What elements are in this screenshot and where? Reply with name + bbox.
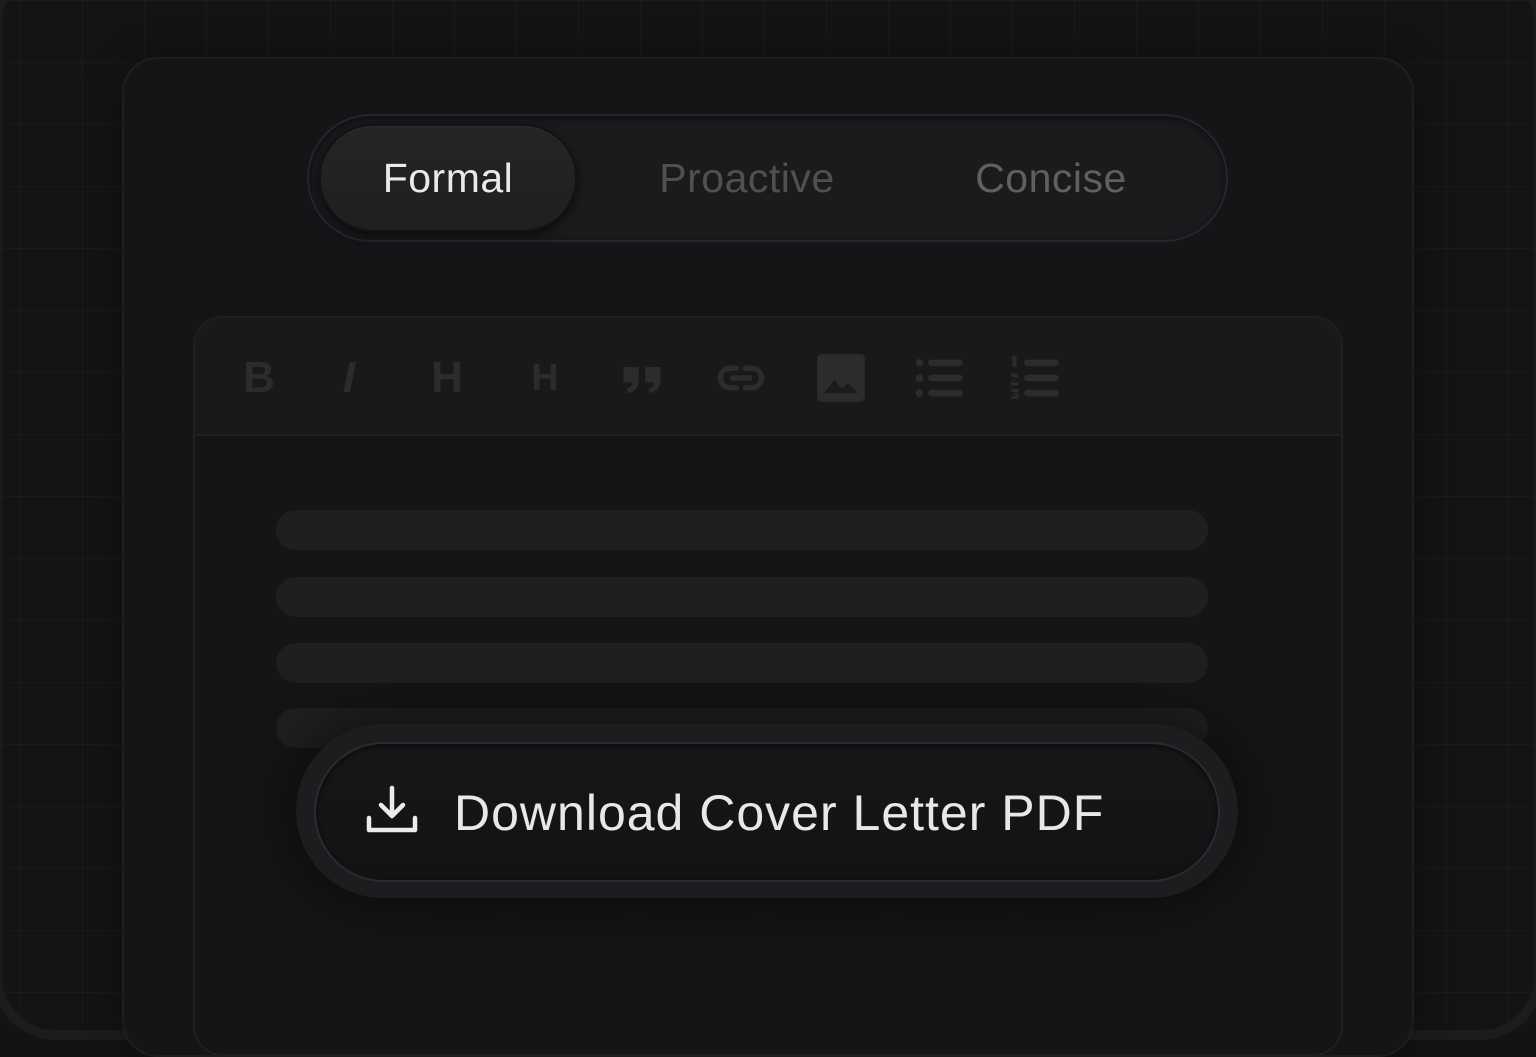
bullet-list-button[interactable] xyxy=(911,350,967,406)
numbered-list-icon xyxy=(1011,356,1059,399)
bold-button[interactable]: B xyxy=(231,350,287,406)
download-pdf-button[interactable]: Download Cover Letter PDF xyxy=(314,742,1220,882)
text-placeholder-line xyxy=(276,510,1208,550)
tab-proactive[interactable]: Proactive xyxy=(609,124,885,232)
heading-2-icon: H xyxy=(531,356,559,399)
image-icon xyxy=(817,354,865,402)
app-background: Formal Proactive Concise B I H H Downloa… xyxy=(0,0,1536,1057)
download-icon xyxy=(366,785,418,833)
link-button[interactable] xyxy=(713,350,769,406)
heading-1-icon: H xyxy=(431,353,463,402)
italic-icon: I xyxy=(342,353,356,402)
heading-1-button[interactable]: H xyxy=(419,350,475,406)
heading-2-button[interactable]: H xyxy=(517,350,573,406)
tab-concise[interactable]: Concise xyxy=(921,124,1181,232)
tone-switcher: Formal Proactive Concise xyxy=(307,114,1228,242)
quote-icon xyxy=(623,367,661,394)
link-icon xyxy=(717,365,765,391)
quote-button[interactable] xyxy=(615,350,671,406)
bold-icon: B xyxy=(243,353,275,402)
text-placeholder-line xyxy=(276,643,1208,683)
image-button[interactable] xyxy=(813,350,869,406)
numbered-list-button[interactable] xyxy=(1007,350,1063,406)
rich-text-editor: B I H H xyxy=(193,316,1343,1056)
italic-button[interactable]: I xyxy=(321,350,377,406)
editor-toolbar: B I H H xyxy=(195,318,1341,436)
bullet-list-icon xyxy=(915,359,963,397)
tab-formal[interactable]: Formal xyxy=(319,124,577,232)
download-button-label: Download Cover Letter PDF xyxy=(454,785,1105,841)
text-placeholder-line xyxy=(276,577,1208,617)
